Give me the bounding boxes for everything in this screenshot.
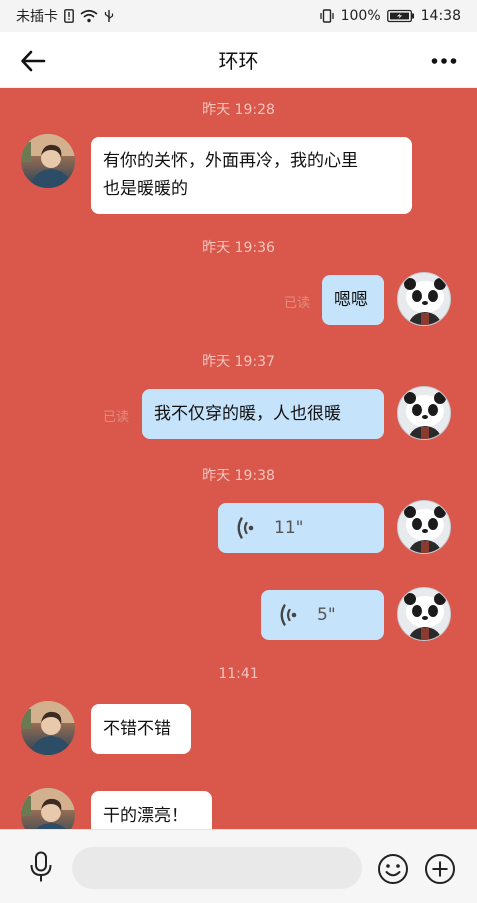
- outgoing-message-bubble[interactable]: 嗯嗯: [322, 275, 384, 325]
- message-input[interactable]: [72, 847, 362, 889]
- voice-message-bubble[interactable]: 5": [261, 590, 384, 640]
- plus-icon: [425, 854, 455, 884]
- panda-icon: [404, 506, 446, 553]
- message-text: 干的漂亮！: [103, 806, 188, 826]
- avatar-image: [21, 701, 75, 755]
- message-line: 也是暖暖的: [103, 179, 188, 199]
- message-line: 有你的关怀，外面再冷，我的心里: [103, 151, 358, 171]
- avatar-image: [21, 134, 75, 188]
- message-text: 我不仅穿的暖，人也很暖: [154, 404, 341, 424]
- sim-alert-icon: [64, 9, 74, 23]
- contact-avatar[interactable]: [21, 701, 75, 755]
- emoji-button[interactable]: [376, 852, 410, 886]
- battery-percent: 100%: [340, 8, 381, 24]
- incoming-message-bubble[interactable]: 干的漂亮！: [91, 791, 212, 829]
- more-dots-icon: [431, 58, 457, 64]
- message-timestamp: 昨天 19:37: [202, 354, 275, 370]
- incoming-message-bubble[interactable]: 有你的关怀，外面再冷，我的心里 也是暖暖的: [91, 137, 412, 214]
- arrow-left-icon: [21, 50, 46, 72]
- voice-wave-icon: [277, 602, 299, 628]
- voice-duration: 5": [317, 605, 336, 625]
- carrier-text: 未插卡: [16, 9, 58, 25]
- message-timestamp: 昨天 19:28: [202, 102, 275, 118]
- panda-icon: [404, 278, 446, 325]
- clock: 14:38: [420, 8, 461, 24]
- my-avatar[interactable]: [397, 386, 451, 440]
- incoming-message-bubble[interactable]: 不错不错: [91, 704, 191, 754]
- wifi-icon: [80, 9, 98, 23]
- status-bar: 未插卡 100% 14:38: [0, 0, 477, 32]
- status-left: 未插卡: [16, 6, 114, 26]
- usb-icon: [104, 9, 114, 23]
- page-title: 环环: [218, 49, 259, 73]
- input-bar: [0, 829, 477, 903]
- chat-area[interactable]: 昨天 19:28 有你的关怀，外面再冷，我的心里 也是暖暖的 昨天 19:36 …: [0, 88, 477, 829]
- voice-input-button[interactable]: [26, 850, 56, 884]
- status-right: 100% 14:38: [319, 8, 461, 24]
- message-text: 不错不错: [103, 719, 171, 739]
- panda-icon: [404, 593, 446, 640]
- avatar-image: [21, 788, 75, 829]
- read-status: 已读: [284, 296, 311, 311]
- message-timestamp: 11:41: [218, 666, 259, 682]
- message-timestamp: 昨天 19:36: [202, 240, 275, 256]
- voice-duration: 11": [274, 518, 304, 538]
- more-options-button[interactable]: [423, 852, 457, 886]
- outgoing-message-bubble[interactable]: 我不仅穿的暖，人也很暖: [142, 389, 384, 439]
- contact-avatar[interactable]: [21, 788, 75, 829]
- message-timestamp: 昨天 19:38: [202, 468, 275, 484]
- chat-header: 环环: [0, 32, 477, 88]
- emoji-icon: [378, 854, 408, 884]
- more-button[interactable]: [429, 46, 459, 76]
- message-text: 嗯嗯: [334, 290, 368, 310]
- my-avatar[interactable]: [397, 587, 451, 641]
- microphone-icon: [30, 851, 52, 882]
- my-avatar[interactable]: [397, 272, 451, 326]
- battery-icon: [386, 9, 415, 23]
- contact-avatar[interactable]: [21, 134, 75, 188]
- back-button[interactable]: [18, 46, 48, 76]
- voice-wave-icon: [234, 515, 256, 541]
- panda-icon: [404, 392, 446, 439]
- read-status: 已读: [103, 410, 130, 425]
- vibrate-icon: [319, 9, 335, 23]
- my-avatar[interactable]: [397, 500, 451, 554]
- voice-message-bubble[interactable]: 11": [218, 503, 384, 553]
